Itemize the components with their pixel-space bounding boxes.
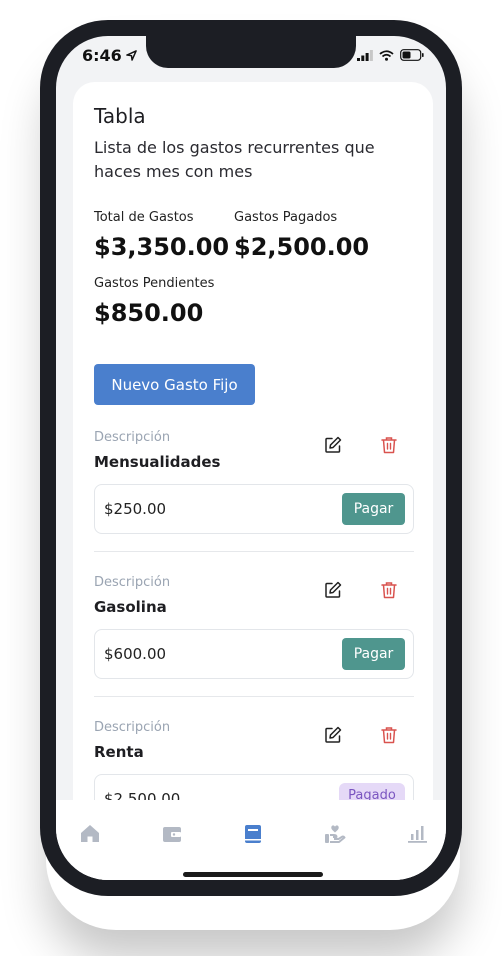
expense-amount: $600.00 (104, 645, 167, 663)
content-card: Tabla Lista de los gastos recurrentes qu… (73, 82, 433, 880)
expense-name: Mensualidades (94, 453, 221, 471)
edit-icon[interactable] (324, 581, 342, 599)
page-title: Tabla (94, 104, 146, 128)
expense-name: Renta (94, 743, 144, 761)
expense-amount: $250.00 (104, 500, 167, 518)
amount-row: $250.00 Pagar (94, 484, 414, 534)
page-subtitle: Lista de los gastos recurrentes que hace… (94, 138, 375, 181)
divider (94, 696, 414, 697)
tab-bar (56, 800, 446, 880)
book-icon[interactable] (241, 822, 265, 846)
bar-chart-icon[interactable] (405, 822, 429, 846)
amount-row: $600.00 Pagar (94, 629, 414, 679)
wifi-icon (379, 49, 394, 61)
description-label: Descripción (94, 575, 171, 590)
new-fixed-expense-button[interactable]: Nuevo Gasto Fijo (94, 364, 255, 405)
pending-expenses-label: Gastos Pendientes (94, 276, 215, 291)
location-arrow-icon (125, 50, 137, 61)
pay-button[interactable]: Pagar (342, 493, 405, 525)
status-icons (357, 49, 424, 61)
hand-heart-icon[interactable] (323, 822, 347, 846)
trash-icon[interactable] (381, 436, 397, 454)
description-label: Descripción (94, 720, 171, 735)
edit-icon[interactable] (324, 726, 342, 744)
signal-icon (357, 49, 373, 61)
screen: 6:46 Tabla Lista de los gastos recurrent… (56, 36, 446, 880)
pay-button[interactable]: Pagar (342, 638, 405, 670)
wallet-icon[interactable] (160, 822, 184, 846)
expense-name: Gasolina (94, 598, 167, 616)
battery-icon (400, 49, 424, 61)
home-icon[interactable] (78, 822, 102, 846)
home-indicator (183, 872, 323, 877)
trash-icon[interactable] (381, 726, 397, 744)
notch (146, 36, 356, 68)
trash-icon[interactable] (381, 581, 397, 599)
total-expenses-label: Total de Gastos (94, 210, 194, 225)
description-label: Descripción (94, 430, 171, 445)
divider (94, 551, 414, 552)
paid-expenses-value: $2,500.00 (234, 233, 370, 261)
total-expenses-value: $3,350.00 (94, 233, 230, 261)
edit-icon[interactable] (324, 436, 342, 454)
status-time: 6:46 (82, 46, 137, 65)
pending-expenses-value: $850.00 (94, 299, 204, 327)
status-time-text: 6:46 (82, 46, 122, 65)
paid-expenses-label: Gastos Pagados (234, 210, 338, 225)
